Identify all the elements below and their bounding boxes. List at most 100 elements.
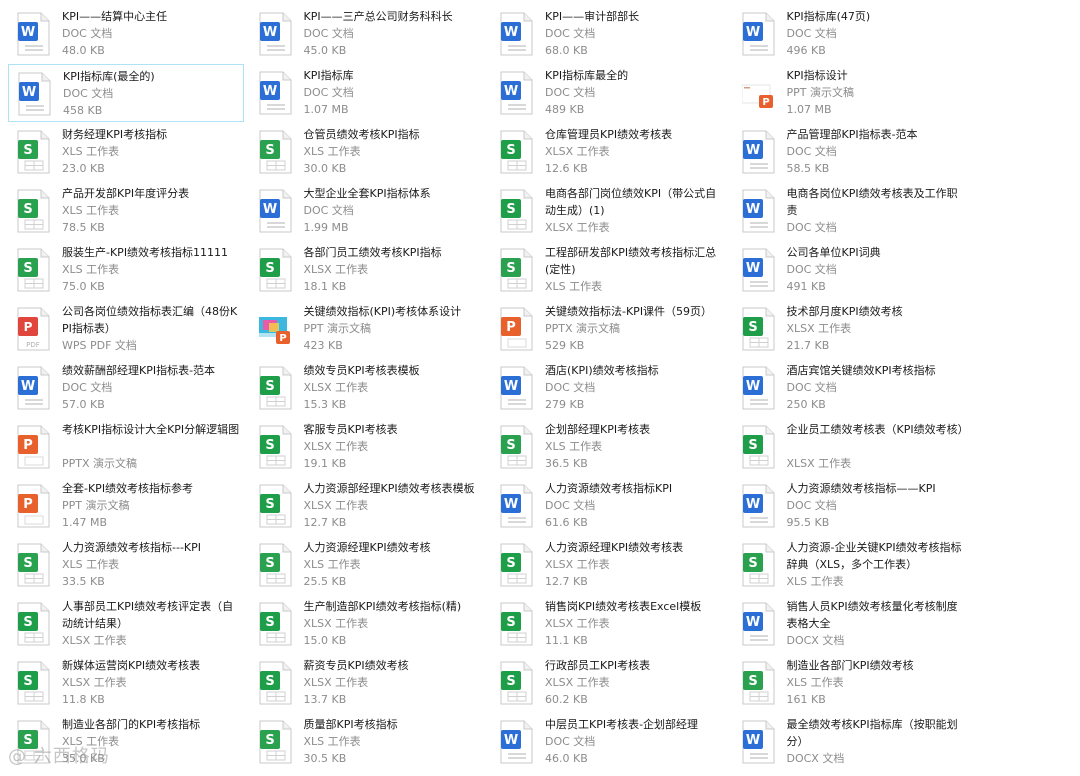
file-item[interactable]: W 酒店(KPI)绩效考核指标 DOC 文档 279 KB (491, 359, 727, 417)
file-type: DOC 文档 (545, 27, 596, 40)
svg-text:S: S (506, 674, 515, 689)
file-item[interactable]: S 财务经理KPI考核指标 XLS 工作表 23.0 KB (8, 123, 244, 181)
excel-green-icon: S (259, 366, 292, 410)
svg-text:W: W (504, 84, 518, 99)
file-item[interactable]: S 各部门员工绩效考核KPI指标 XLSX 工作表 18.1 KB (250, 241, 486, 299)
excel-icon: S (500, 248, 533, 292)
word-icon: W (17, 366, 50, 410)
excel-icon: S (742, 661, 775, 705)
file-name: 人力资源-企业关键KPI绩效考核指标辞典（XLS，多个工作表） (786, 541, 962, 571)
svg-text:S: S (265, 674, 274, 689)
file-type: DOC 文档 (545, 499, 596, 512)
file-item[interactable]: S 仓管员绩效考核KPI指标 XLS 工作表 30.0 KB (250, 123, 486, 181)
file-item[interactable]: S 人力资源部经理KPI绩效考核表模板 XLSX 工作表 12.7 KB (250, 477, 486, 535)
file-type: XLSX 工作表 (786, 322, 852, 335)
file-type: XLSX 工作表 (303, 381, 369, 394)
file-item[interactable]: S 企业员工绩效考核表（KPI绩效考核） XLSX 工作表 (733, 418, 969, 476)
file-name: 电商各部门岗位绩效KPI（带公式自动生成）(1) (545, 187, 717, 217)
file-size: 15.3 KB (303, 398, 347, 411)
file-item[interactable]: S 客服专员KPI考核表 XLSX 工作表 19.1 KB (250, 418, 486, 476)
file-item[interactable]: W KPI——结算中心主任 DOC 文档 48.0 KB (8, 5, 244, 63)
file-item[interactable]: S 制造业各部门KPI绩效考核 XLS 工作表 161 KB (733, 654, 969, 712)
file-item[interactable]: W 人力资源绩效考核指标——KPI DOC 文档 95.5 KB (733, 477, 969, 535)
file-name: 酒店宾馆关键绩效KPI考核指标 (786, 364, 936, 377)
file-item[interactable]: S 工程部研发部KPI绩效考核指标汇总(定性) XLS 工作表 (491, 241, 727, 299)
file-item[interactable]: W KPI指标库(47页) DOC 文档 496 KB (733, 5, 969, 63)
file-type: XLSX 工作表 (786, 457, 852, 470)
file-item[interactable]: S 人事部员工KPI绩效考核评定表（自动统计结果） XLSX 工作表 (8, 595, 244, 653)
file-name: 人力资源经理KPI绩效考核表 (545, 541, 684, 554)
file-name: 销售岗KPI绩效考核表Excel模板 (545, 600, 702, 613)
file-name: 仓管员绩效考核KPI指标 (303, 128, 420, 141)
file-item[interactable]: W 大型企业全套KPI指标体系 DOC 文档 1.99 MB (250, 182, 486, 240)
file-item[interactable]: P 关键绩效指标法-KPI课件（59页） PPTX 演示文稿 529 KB (491, 300, 727, 358)
file-type: DOC 文档 (303, 204, 354, 217)
file-item[interactable]: P 关键绩效指标(KPI)考核体系设计 PPT 演示文稿 423 KB (250, 300, 486, 358)
file-item[interactable]: W 中层员工KPI考核表-企划部经理 DOC 文档 46.0 KB (491, 713, 727, 771)
file-item[interactable]: S 人力资源经理KPI绩效考核表 XLSX 工作表 12.7 KB (491, 536, 727, 594)
file-type: XLSX 工作表 (545, 221, 610, 234)
file-name: 全套-KPI绩效考核指标参考 (62, 482, 194, 495)
file-item[interactable]: W KPI指标库 DOC 文档 1.07 MB (250, 64, 486, 122)
file-type: DOC 文档 (786, 381, 837, 394)
file-type: XLSX 工作表 (545, 676, 610, 689)
file-type: XLS 工作表 (303, 558, 361, 571)
file-item[interactable]: S 企划部经理KPI考核表 XLS 工作表 36.5 KB (491, 418, 727, 476)
file-item[interactable]: S 仓库管理员KPI绩效考核表 XLSX 工作表 12.6 KB (491, 123, 727, 181)
file-item[interactable]: W KPI——三产总公司财务科科长 DOC 文档 45.0 KB (250, 5, 486, 63)
file-type: DOC 文档 (786, 27, 837, 40)
file-item[interactable]: W KPI指标库最全的 DOC 文档 489 KB (491, 64, 727, 122)
svg-text:S: S (23, 143, 32, 158)
svg-text:P: P (23, 497, 33, 512)
file-item[interactable]: S 人力资源经理KPI绩效考核 XLS 工作表 25.5 KB (250, 536, 486, 594)
file-name: 制造业各部门KPI绩效考核 (786, 659, 914, 672)
file-type: PPT 演示文稿 (303, 322, 371, 335)
file-item[interactable]: W KPI——审计部部长 DOC 文档 68.0 KB (491, 5, 727, 63)
file-item[interactable]: W 酒店宾馆关键绩效KPI考核指标 DOC 文档 250 KB (733, 359, 969, 417)
file-name: 质量部KPI考核指标 (303, 718, 398, 731)
excel-icon: S (17, 543, 50, 587)
file-item[interactable]: S 生产制造部KPI绩效考核指标(精) XLSX 工作表 15.0 KB (250, 595, 486, 653)
file-item[interactable]: S 新媒体运营岗KPI绩效考核表 XLSX 工作表 11.8 KB (8, 654, 244, 712)
file-item[interactable]: P 全套-KPI绩效考核指标参考 PPT 演示文稿 1.47 MB (8, 477, 244, 535)
file-type: DOC 文档 (786, 221, 837, 234)
file-item[interactable]: S 绩效专员KPI考核表模板 XLSX 工作表 15.3 KB (250, 359, 486, 417)
file-item[interactable]: S 行政部员工KPI考核表 XLSX 工作表 60.2 KB (491, 654, 727, 712)
file-item[interactable]: W 公司各单位KPI词典 DOC 文档 491 KB (733, 241, 969, 299)
file-item[interactable]: S 电商各部门岗位绩效KPI（带公式自动生成）(1) XLSX 工作表 (491, 182, 727, 240)
file-type: XLSX 工作表 (303, 617, 369, 630)
file-type: XLS 工作表 (303, 145, 361, 158)
file-name: KPI指标库 (303, 69, 354, 82)
file-item[interactable]: W 电商各岗位KPI绩效考核表及工作职责 DOC 文档 (733, 182, 969, 240)
file-item[interactable]: S 技术部月度KPI绩效考核 XLSX 工作表 21.7 KB (733, 300, 969, 358)
file-item[interactable]: P KPI指标设计 PPT 演示文稿 1.07 MB (733, 64, 969, 122)
svg-text:S: S (506, 261, 515, 276)
file-item[interactable]: W 产品管理部KPI指标表-范本 DOC 文档 58.5 KB (733, 123, 969, 181)
file-item[interactable]: W 销售人员KPI绩效考核量化考核制度表格大全 DOCX 文档 (733, 595, 969, 653)
file-item[interactable]: S 薪资专员KPI绩效考核 XLSX 工作表 13.7 KB (250, 654, 486, 712)
file-item[interactable]: S 销售岗KPI绩效考核表Excel模板 XLSX 工作表 11.1 KB (491, 595, 727, 653)
file-type: XLS 工作表 (62, 204, 120, 217)
file-item[interactable]: W KPI指标库(最全的) DOC 文档 458 KB (8, 64, 244, 122)
file-type: XLSX 工作表 (303, 440, 369, 453)
file-item[interactable]: S 人力资源-企业关键KPI绩效考核指标辞典（XLS，多个工作表） XLS 工作表 (733, 536, 969, 594)
file-item[interactable]: S 服装生产-KPI绩效考核指标11111 XLS 工作表 75.0 KB (8, 241, 244, 299)
ppt-icon: P (17, 484, 50, 528)
file-size: 12.7 KB (545, 575, 588, 588)
file-item[interactable]: S 质量部KPI考核指标 XLS 工作表 30.5 KB (250, 713, 486, 771)
file-item[interactable]: W 人力资源绩效考核指标KPI DOC 文档 61.6 KB (491, 477, 727, 535)
file-type: DOC 文档 (786, 263, 837, 276)
file-size: 18.1 KB (303, 280, 347, 293)
file-item[interactable]: S 产品开发部KPI年度评分表 XLS 工作表 78.5 KB (8, 182, 244, 240)
file-size: 11.8 KB (62, 693, 105, 706)
file-size: 60.2 KB (545, 693, 588, 706)
file-item[interactable]: W 绩效薪酬部经理KPI指标表-范本 DOC 文档 57.0 KB (8, 359, 244, 417)
file-item[interactable]: S 人力资源绩效考核指标---KPI XLS 工作表 33.5 KB (8, 536, 244, 594)
file-item[interactable]: P PDF 公司各岗位绩效指标表汇编（48份KPI指标表） WPS PDF 文档 (8, 300, 244, 358)
file-type: XLS 工作表 (786, 575, 844, 588)
file-item[interactable]: W 最全绩效考核KPI指标库（按职能划分） DOCX 文档 (733, 713, 969, 771)
file-size: 15.0 KB (303, 634, 347, 647)
file-name: 财务经理KPI考核指标 (62, 128, 168, 141)
file-type: PPT 演示文稿 (786, 86, 854, 99)
file-item[interactable]: P 考核KPI指标设计大全KPI分解逻辑图 PPTX 演示文稿 (8, 418, 244, 476)
